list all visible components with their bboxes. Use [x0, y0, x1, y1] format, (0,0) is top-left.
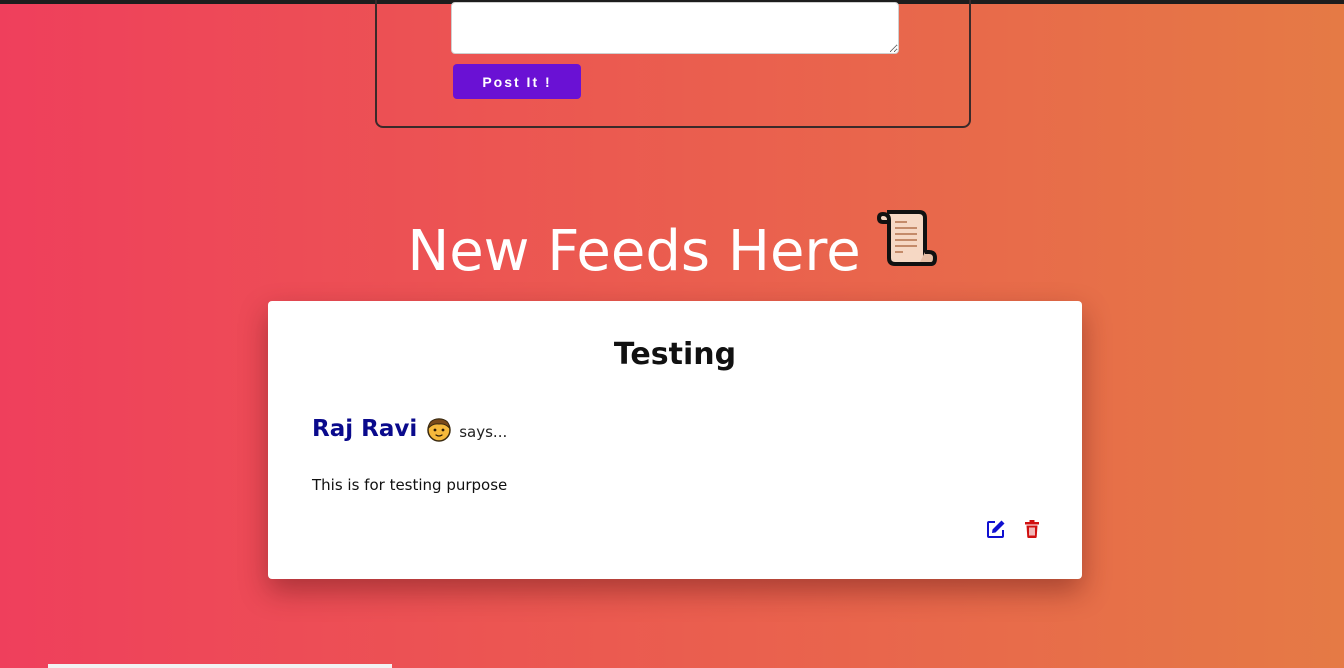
post-author-name: Raj Ravi	[312, 416, 418, 442]
trash-icon	[1022, 520, 1042, 542]
post-it-button[interactable]: Post It !	[453, 64, 581, 99]
boy-emoji-icon	[425, 415, 453, 443]
scroll-icon	[873, 206, 937, 292]
delete-post-button[interactable]	[1022, 519, 1042, 539]
bottom-scroll-indicator	[48, 664, 392, 668]
edit-post-button[interactable]	[986, 519, 1006, 539]
post-author-line: Raj Ravi says...	[312, 415, 507, 443]
feeds-heading-text: New Feeds Here	[407, 219, 861, 285]
says-label: says...	[459, 423, 508, 441]
post-content-textarea[interactable]	[451, 2, 899, 54]
post-title: Testing	[613, 337, 737, 372]
edit-icon	[986, 520, 1006, 542]
post-body: This is for testing purpose	[312, 476, 508, 494]
feeds-heading: New Feeds Here	[0, 210, 1344, 298]
post-card: Testing Raj Ravi says... This is for tes…	[268, 301, 1082, 579]
post-composer: Post It !	[375, 0, 971, 128]
